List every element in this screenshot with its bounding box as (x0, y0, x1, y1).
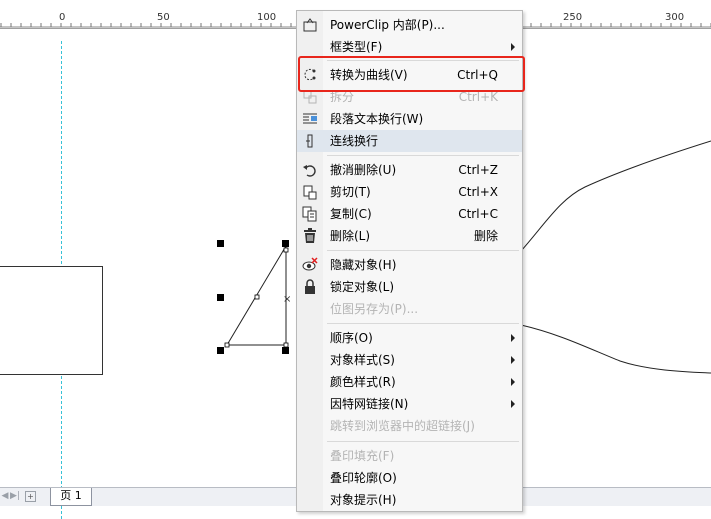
submenu-arrow-icon (511, 400, 515, 408)
menu-item-label: 位图另存为(P)... (330, 302, 419, 316)
submenu-arrow-icon (511, 378, 515, 386)
cut-icon (303, 185, 317, 200)
menu-item-delete[interactable]: 删除(L) 删除 (297, 225, 522, 247)
menu-item-label: 删除(L) (330, 229, 371, 243)
hide-object-icon (302, 257, 318, 271)
connector-wrap-icon (306, 134, 313, 148)
menu-separator (327, 441, 519, 442)
menu-item-cut[interactable]: 剪切(T) Ctrl+X (297, 181, 522, 203)
menu-item-label: 颜色样式(R) (330, 375, 396, 389)
curve-upper (520, 140, 711, 252)
trash-icon (304, 228, 316, 243)
menu-item-object-styles[interactable]: 对象样式(S) (297, 349, 522, 371)
menu-item-label: 跳转到浏览器中的超链接(J) (330, 419, 475, 433)
menu-item-overprint-fill: 叠印填充(F) (297, 445, 522, 467)
ruler-tick-label: 50 (157, 12, 170, 23)
menu-item-label: 因特网链接(N) (330, 397, 409, 411)
menu-item-connector-wrap[interactable]: 连线换行 (297, 130, 522, 152)
undo-icon (303, 165, 316, 177)
menu-item-label: PowerClip 内部(P)... (330, 18, 445, 32)
menu-shortcut: Ctrl+C (458, 207, 498, 221)
menu-item-hide-object[interactable]: 隐藏对象(H) (297, 254, 522, 276)
menu-item-copy[interactable]: 复制(C) Ctrl+C (297, 203, 522, 225)
menu-shortcut: Ctrl+X (458, 185, 498, 199)
menu-item-order[interactable]: 顺序(O) (297, 327, 522, 349)
menu-item-save-bitmap-as: 位图另存为(P)... (297, 298, 522, 320)
ruler-tick-label: 300 (665, 12, 685, 23)
menu-item-label: 撤消删除(U) (330, 163, 397, 177)
center-marker: × (283, 294, 291, 305)
selection-handle (217, 240, 224, 247)
menu-shortcut: Ctrl+Z (458, 163, 498, 177)
copy-icon (302, 206, 317, 222)
menu-item-frame-type[interactable]: 框类型(F) (297, 36, 522, 58)
text-wrap-icon (303, 113, 317, 124)
menu-item-label: 隐藏对象(H) (330, 258, 397, 272)
menu-item-label: 锁定对象(L) (330, 280, 395, 294)
menu-item-label: 连线换行 (330, 134, 379, 148)
menu-separator (327, 250, 519, 251)
menu-item-object-hints[interactable]: 对象提示(H) (297, 489, 522, 511)
menu-item-label: 拆分 (330, 90, 355, 104)
menu-separator (327, 323, 519, 324)
curve-lower (520, 324, 711, 374)
node-marker (254, 294, 260, 300)
menu-separator (327, 155, 519, 156)
menu-item-jump-to-hyperlink: 跳转到浏览器中的超链接(J) (297, 415, 522, 437)
submenu-arrow-icon (511, 334, 515, 342)
menu-shortcut: 删除 (473, 229, 498, 243)
menu-item-color-styles[interactable]: 颜色样式(R) (297, 371, 522, 393)
node-marker (224, 342, 230, 348)
menu-item-label: 剪切(T) (330, 185, 371, 199)
menu-item-label: 复制(C) (330, 207, 372, 221)
prev-page-icon[interactable]: ◀ (0, 491, 10, 502)
annotation-highlight-box (298, 56, 525, 92)
selection-handle (217, 347, 224, 354)
add-page-icon[interactable]: + (25, 491, 36, 502)
menu-item-paragraph-text-wrap[interactable]: 段落文本换行(W) (297, 108, 522, 130)
submenu-arrow-icon (511, 356, 515, 364)
menu-item-label: 对象样式(S) (330, 353, 395, 367)
menu-item-powerclip-inside[interactable]: PowerClip 内部(P)... (297, 14, 522, 36)
last-page-icon[interactable]: ▶| (10, 491, 20, 502)
menu-item-overprint-outline[interactable]: 叠印轮廓(O) (297, 467, 522, 489)
menu-item-label: 叠印轮廓(O) (330, 471, 397, 485)
menu-item-lock-object[interactable]: 锁定对象(L) (297, 276, 522, 298)
lock-icon (305, 279, 315, 294)
menu-item-internet-link[interactable]: 因特网链接(N) (297, 393, 522, 415)
ruler-tick-label: 100 (257, 12, 277, 23)
menu-item-label: 顺序(O) (330, 331, 373, 345)
menu-item-undo-delete[interactable]: 撤消删除(U) Ctrl+Z (297, 159, 522, 181)
selection-handle (282, 240, 289, 247)
tab-page-1[interactable]: 页 1 (50, 488, 92, 506)
selection-handle (217, 294, 224, 301)
menu-item-label: 段落文本换行(W) (330, 112, 424, 126)
node-marker (283, 342, 289, 348)
node-marker (283, 247, 289, 253)
ruler-tick-label: 250 (563, 12, 583, 23)
selection-handle (282, 347, 289, 354)
powerclip-icon (303, 18, 317, 32)
submenu-arrow-icon (511, 43, 515, 51)
menu-item-label: 叠印填充(F) (330, 449, 395, 463)
ruler-tick-label: 0 (59, 12, 66, 23)
menu-shortcut: Ctrl+K (458, 90, 498, 104)
menu-item-label: 框类型(F) (330, 40, 383, 54)
